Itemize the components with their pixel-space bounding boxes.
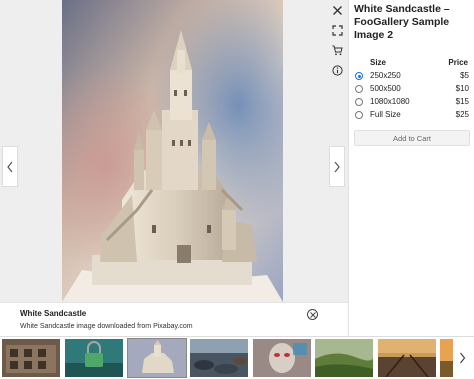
chevron-right-icon	[460, 352, 466, 364]
chevron-right-icon	[334, 161, 340, 172]
option-size: 500x500	[370, 84, 401, 93]
product-title: White Sandcastle – FooGallery Sample Ima…	[354, 3, 450, 41]
option-size: 1080x1080	[370, 97, 410, 106]
ruined-building-thumbnail	[2, 339, 60, 377]
close-icon	[332, 5, 342, 15]
product-panel: White Sandcastle – FooGallery Sample Ima…	[348, 0, 474, 336]
thumbnail[interactable]	[315, 339, 373, 377]
green-padlock-thumbnail	[65, 339, 123, 377]
toolbar	[327, 0, 347, 80]
radio-button[interactable]	[355, 72, 363, 80]
price-column-header: Price	[448, 58, 468, 67]
add-to-cart-button[interactable]: Add to Cart	[354, 130, 470, 146]
thumbnail-active[interactable]	[127, 338, 187, 378]
caption-close-button[interactable]	[307, 309, 318, 320]
option-price: $25	[455, 110, 469, 119]
info-icon	[331, 64, 343, 76]
strip-next-button[interactable]	[453, 339, 472, 377]
prev-button[interactable]	[2, 146, 18, 187]
white-sandcastle-thumbnail	[128, 339, 186, 377]
price-option[interactable]: 500x500 $10	[349, 83, 474, 97]
price-option[interactable]: Full Size $25	[349, 109, 474, 123]
radio-button[interactable]	[355, 85, 363, 93]
caption-description: White Sandcastle image downloaded from P…	[20, 323, 193, 330]
radio-button[interactable]	[355, 111, 363, 119]
thumbnail[interactable]	[2, 339, 60, 377]
next-button[interactable]	[329, 146, 345, 187]
cart-button[interactable]	[327, 40, 347, 60]
size-column-header: Size	[370, 58, 387, 67]
rocky-beach-thumbnail	[190, 339, 248, 377]
close-icon	[309, 311, 316, 318]
cart-icon	[332, 45, 343, 55]
thumbnail[interactable]	[65, 339, 123, 377]
caption-title: White Sandcastle	[20, 309, 87, 318]
radio-button[interactable]	[355, 98, 363, 106]
thumbnail[interactable]	[378, 339, 436, 377]
option-price: $10	[455, 84, 469, 93]
sandcastle-image	[62, 0, 283, 302]
option-price: $5	[460, 71, 469, 80]
mask-graffiti-thumbnail	[253, 339, 311, 377]
option-size: 250x250	[370, 71, 401, 80]
close-button[interactable]	[327, 0, 347, 20]
thumbnail[interactable]	[190, 339, 248, 377]
fullscreen-button[interactable]	[327, 20, 347, 40]
price-option[interactable]: 250x250 $5	[349, 70, 474, 84]
option-size: Full Size	[370, 110, 401, 119]
chevron-left-icon	[7, 161, 13, 172]
lightbox-stage: White Sandcastle White Sandcastle image …	[0, 0, 348, 336]
thumbnail-strip	[0, 336, 474, 379]
fullscreen-icon	[331, 24, 343, 36]
railway-tracks-thumbnail	[378, 339, 436, 377]
image-caption: White Sandcastle White Sandcastle image …	[0, 302, 348, 336]
thumbnail[interactable]	[253, 339, 311, 377]
green-landscape-thumbnail	[315, 339, 373, 377]
info-button[interactable]	[327, 60, 347, 80]
thumbnail[interactable]	[440, 339, 454, 377]
sunset-field-thumbnail	[440, 339, 454, 377]
main-image	[62, 0, 283, 302]
option-price: $15	[455, 97, 469, 106]
price-option[interactable]: 1080x1080 $15	[349, 96, 474, 110]
